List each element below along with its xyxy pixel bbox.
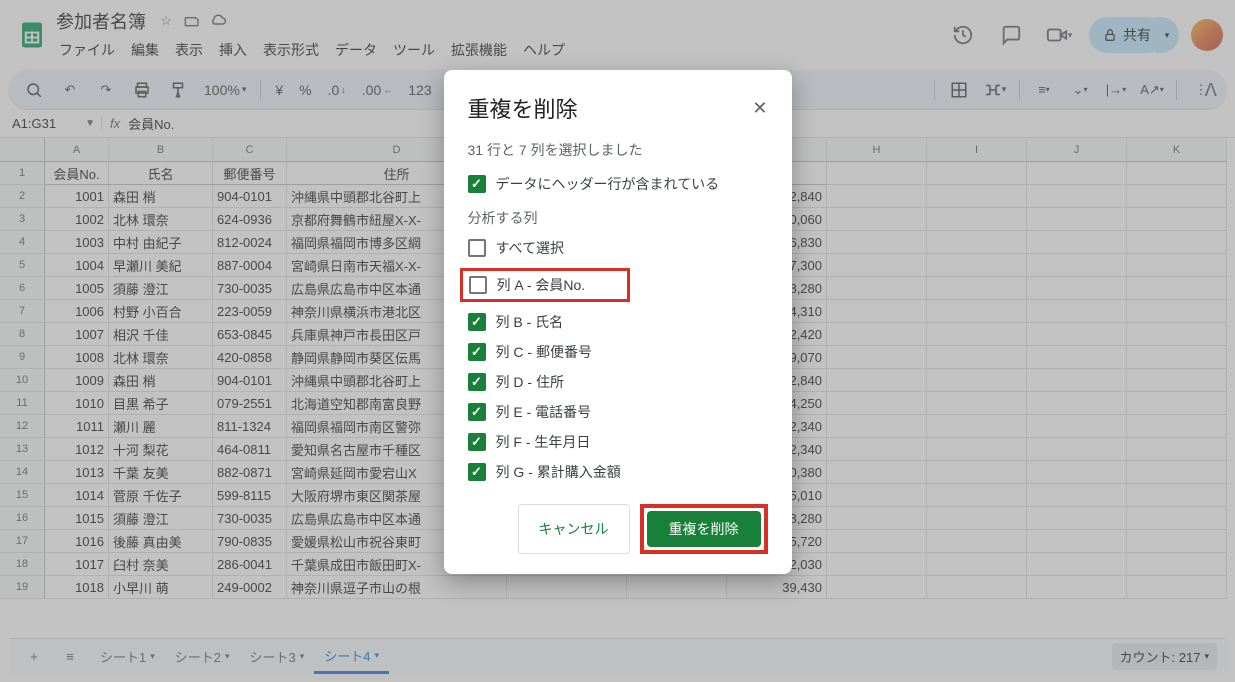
remove-duplicates-button[interactable]: 重複を削除 <box>647 511 761 547</box>
column-checkbox[interactable]: 列 F - 生年月日 <box>468 432 768 452</box>
checkbox-icon <box>468 373 486 391</box>
modal-overlay: 重複を削除 ✕ 31 行と 7 列を選択しました データにヘッダー行が含まれてい… <box>0 0 1235 682</box>
column-checkbox[interactable]: 列 C - 郵便番号 <box>468 342 768 362</box>
checkbox-icon <box>468 403 486 421</box>
checkbox-icon <box>468 175 486 193</box>
column-checkbox[interactable]: 列 E - 電話番号 <box>468 402 768 422</box>
remove-duplicates-dialog: 重複を削除 ✕ 31 行と 7 列を選択しました データにヘッダー行が含まれてい… <box>444 70 792 574</box>
checkbox-icon <box>468 343 486 361</box>
checkbox-icon <box>468 239 486 257</box>
checkbox-icon <box>468 463 486 481</box>
header-row-checkbox[interactable]: データにヘッダー行が含まれている <box>468 174 768 194</box>
column-checkbox[interactable]: 列 G - 累計購入金額 <box>468 462 768 482</box>
checkbox-icon <box>468 313 486 331</box>
checkbox-icon <box>469 276 487 294</box>
checkbox-icon <box>468 433 486 451</box>
select-all-checkbox[interactable]: すべて選択 <box>468 238 768 258</box>
column-checkbox[interactable]: 列 B - 氏名 <box>468 312 768 332</box>
cancel-button[interactable]: キャンセル <box>518 504 630 554</box>
column-checkbox[interactable]: 列 A - 会員No. <box>460 268 630 302</box>
dialog-subtitle: 31 行と 7 列を選択しました <box>468 140 768 160</box>
analyze-columns-label: 分析する列 <box>468 208 768 228</box>
column-checkbox[interactable]: 列 D - 住所 <box>468 372 768 392</box>
close-icon[interactable]: ✕ <box>752 98 767 119</box>
dialog-title: 重複を削除 <box>468 92 578 124</box>
